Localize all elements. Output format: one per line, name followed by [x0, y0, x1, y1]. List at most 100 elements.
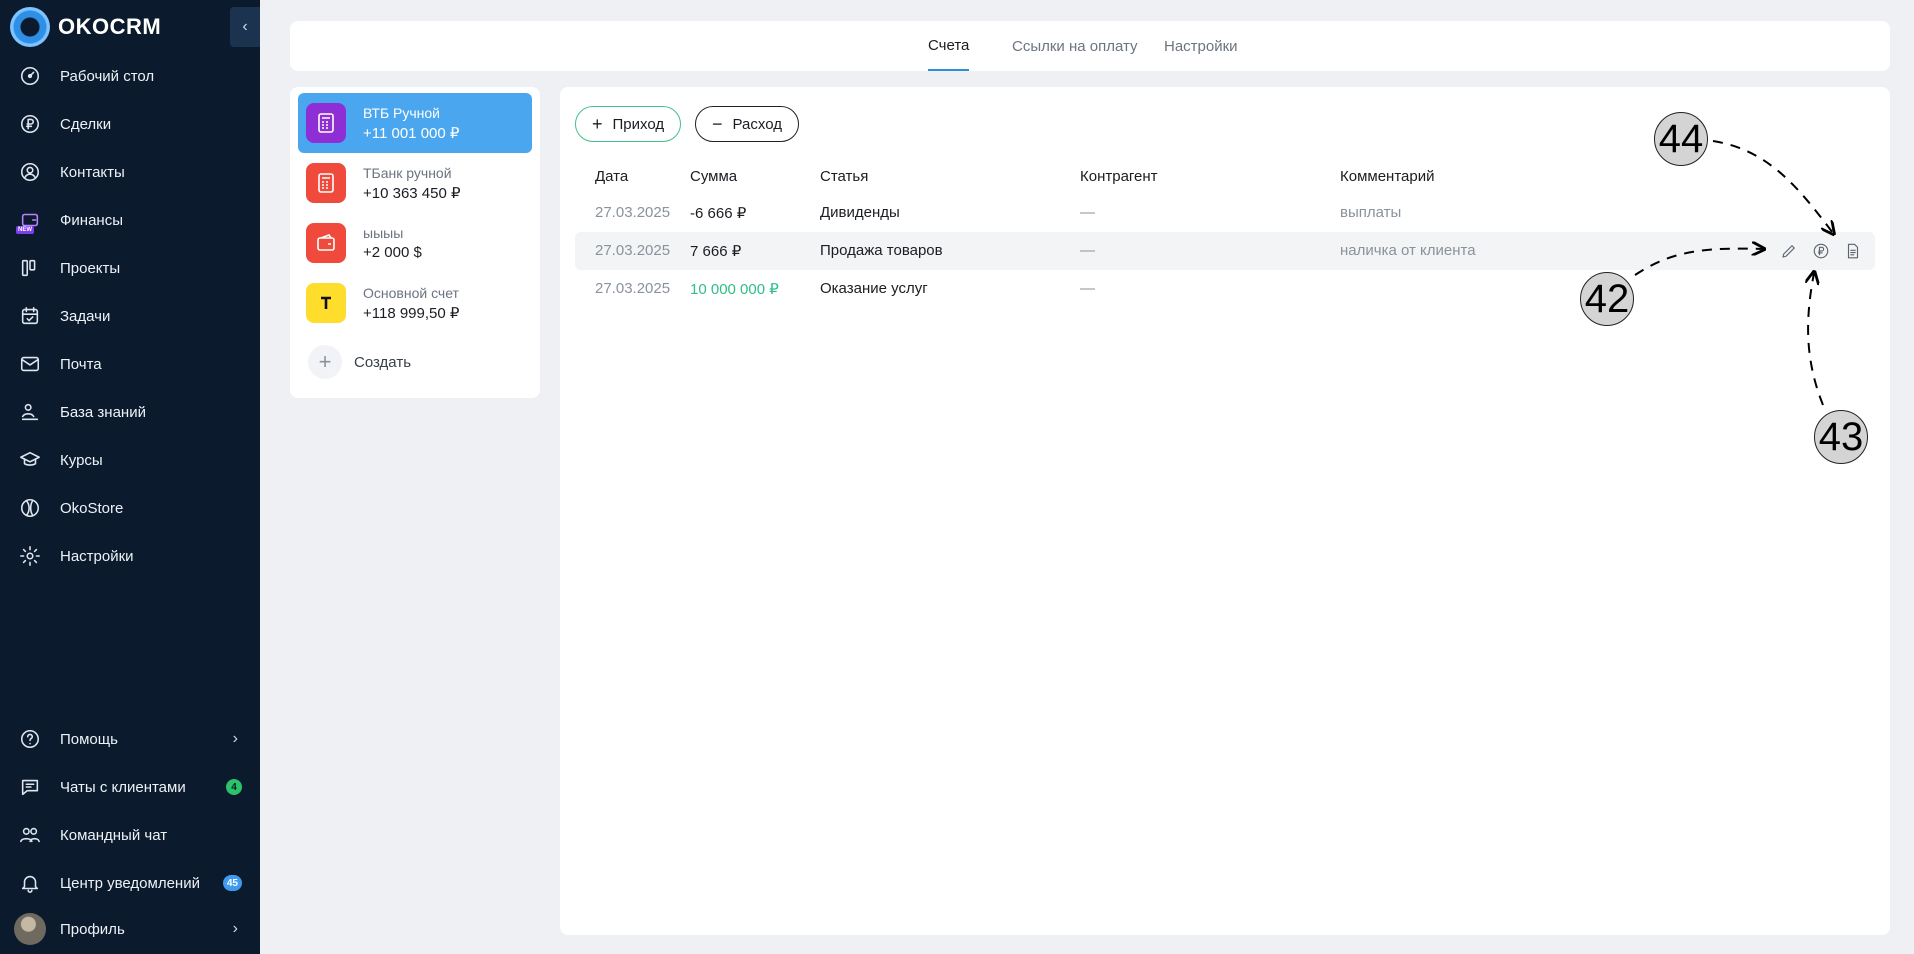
user-circle-icon — [18, 160, 42, 184]
cell-sum: 7 666 ₽ — [690, 243, 742, 260]
add-expense-label: Расход — [732, 115, 782, 133]
cell-date: 27.03.2025 — [595, 242, 671, 259]
sidebar-item-dashboard[interactable]: Рабочий стол — [0, 56, 260, 96]
cell-article: Продажа товаров — [820, 242, 943, 259]
annotation-marker: 43 — [1814, 410, 1868, 464]
sidebar-item-projects[interactable]: Проекты — [0, 248, 260, 288]
cell-date: 27.03.2025 — [595, 280, 671, 297]
sidebar-item-deals[interactable]: Сделки — [0, 104, 260, 144]
gear-icon — [18, 544, 42, 568]
sidebar-item-label: Задачи — [60, 307, 111, 325]
ruble-payment-icon[interactable] — [1811, 241, 1831, 261]
bell-icon — [18, 871, 42, 895]
cell-article: Оказание услуг — [820, 280, 928, 297]
cell-sum: 10 000 000 ₽ — [690, 281, 779, 298]
new-badge: NEW — [16, 226, 34, 234]
add-income-button[interactable]: + Приход — [575, 106, 682, 142]
collapse-sidebar-button[interactable]: ‹ — [230, 7, 260, 47]
tbank-logo-icon — [306, 283, 346, 323]
sidebar-item-settings[interactable]: Настройки — [0, 536, 260, 576]
sidebar-item-label: Профиль — [60, 920, 125, 938]
column-header-counterparty[interactable]: Контрагент — [1080, 168, 1158, 185]
row-actions — [1779, 241, 1863, 261]
sidebar-item-label: Контакты — [60, 163, 125, 181]
projects-icon — [18, 256, 42, 280]
cell-sum: -6 666 ₽ — [690, 205, 747, 222]
chevron-right-icon: › — [232, 730, 238, 747]
table-row[interactable]: 27.03.2025 -6 666 ₽ Дивиденды — выплаты — [575, 194, 1875, 232]
accounts-list: ВТБ Ручной +11 001 000 ₽ ТБанк ручной +1… — [290, 87, 540, 398]
account-name: ВТБ Ручной — [363, 105, 440, 121]
avatar — [14, 913, 46, 945]
sidebar-item-label: Рабочий стол — [60, 67, 155, 85]
edit-pencil-icon[interactable] — [1779, 241, 1799, 261]
chat-icon — [18, 775, 42, 799]
account-name: ТБанк ручной — [363, 165, 452, 181]
mail-icon — [18, 352, 42, 376]
cell-counterparty: — — [1080, 280, 1095, 297]
account-balance: +118 999,50 ₽ — [363, 305, 460, 322]
sidebar-item-team-chat[interactable]: Командный чат — [0, 815, 260, 855]
sidebar-item-label: Помощь — [60, 730, 118, 748]
brand[interactable]: OKOCRM — [10, 7, 162, 47]
sidebar-item-profile[interactable]: Профиль › — [0, 909, 260, 949]
chevron-right-icon: › — [232, 920, 238, 937]
plus-icon: + — [592, 113, 603, 134]
sidebar-item-label: Почта — [60, 355, 102, 373]
tab-settings[interactable]: Настройки — [1164, 21, 1238, 71]
sidebar-item-okostore[interactable]: OkoStore — [0, 488, 260, 528]
tabs-bar: Счета Ссылки на оплату Настройки — [290, 21, 1890, 71]
account-name: Основной счет — [363, 285, 459, 301]
sidebar-item-label: OkoStore — [60, 499, 124, 517]
calendar-check-icon — [18, 304, 42, 328]
add-expense-button[interactable]: − Расход — [695, 106, 799, 142]
sidebar-item-client-chats[interactable]: Чаты с клиентами 4 — [0, 767, 260, 807]
sidebar-item-help[interactable]: Помощь › — [0, 719, 260, 759]
account-balance: +10 363 450 ₽ — [363, 185, 461, 202]
account-name: ыыыы — [363, 225, 404, 241]
sidebar-item-mail[interactable]: Почта — [0, 344, 260, 384]
cell-counterparty: — — [1080, 204, 1095, 221]
tab-accounts[interactable]: Счета — [928, 21, 970, 71]
cell-article: Дивиденды — [820, 204, 900, 221]
account-item[interactable]: ыыыы +2 000 $ — [298, 213, 532, 273]
create-label: Создать — [354, 353, 412, 371]
account-balance: +11 001 000 ₽ — [363, 125, 460, 142]
sidebar-item-finance[interactable]: NEW Финансы — [0, 200, 260, 240]
annotation-marker: 44 — [1654, 112, 1708, 166]
sidebar-item-label: База знаний — [60, 403, 146, 421]
sidebar-item-notifications[interactable]: Центр уведомлений 45 — [0, 863, 260, 903]
sidebar-item-label: Настройки — [60, 547, 134, 565]
account-item[interactable]: Основной счет +118 999,50 ₽ — [298, 273, 532, 333]
add-income-label: Приход — [612, 115, 665, 133]
graduation-cap-icon — [18, 448, 42, 472]
sidebar-item-label: Чаты с клиентами — [60, 778, 186, 796]
create-account-button[interactable]: + Создать — [308, 345, 411, 379]
sidebar-item-label: Финансы — [60, 211, 123, 229]
brand-name: OKOCRM — [58, 14, 162, 39]
sidebar-item-label: Центр уведомлений — [60, 874, 200, 892]
tab-payment-links[interactable]: Ссылки на оплату — [1012, 21, 1138, 71]
table-row[interactable]: 27.03.2025 10 000 000 ₽ Оказание услуг — — [575, 270, 1875, 308]
account-item[interactable]: ВТБ Ручной +11 001 000 ₽ — [298, 93, 532, 153]
calculator-icon — [306, 163, 346, 203]
cell-counterparty: — — [1080, 242, 1095, 259]
column-header-date[interactable]: Дата — [595, 168, 628, 185]
store-globe-icon — [18, 496, 42, 520]
chevron-left-icon: ‹ — [242, 18, 248, 35]
dashboard-icon — [18, 64, 42, 88]
ruble-circle-icon — [18, 112, 42, 136]
sidebar-item-tasks[interactable]: Задачи — [0, 296, 260, 336]
knowledge-icon — [18, 400, 42, 424]
column-header-comment[interactable]: Комментарий — [1340, 168, 1434, 185]
sidebar-item-knowledge-base[interactable]: База знаний — [0, 392, 260, 432]
cell-comment: наличка от клиента — [1340, 242, 1476, 259]
sidebar-item-courses[interactable]: Курсы — [0, 440, 260, 480]
table-row[interactable]: 27.03.2025 7 666 ₽ Продажа товаров — нал… — [575, 232, 1875, 270]
column-header-article[interactable]: Статья — [820, 168, 868, 185]
sidebar: OKOCRM ‹ Рабочий стол Сделки Контакты NE… — [0, 0, 260, 954]
document-icon[interactable] — [1843, 241, 1863, 261]
column-header-sum[interactable]: Сумма — [690, 168, 737, 185]
sidebar-item-contacts[interactable]: Контакты — [0, 152, 260, 192]
account-item[interactable]: ТБанк ручной +10 363 450 ₽ — [298, 153, 532, 213]
